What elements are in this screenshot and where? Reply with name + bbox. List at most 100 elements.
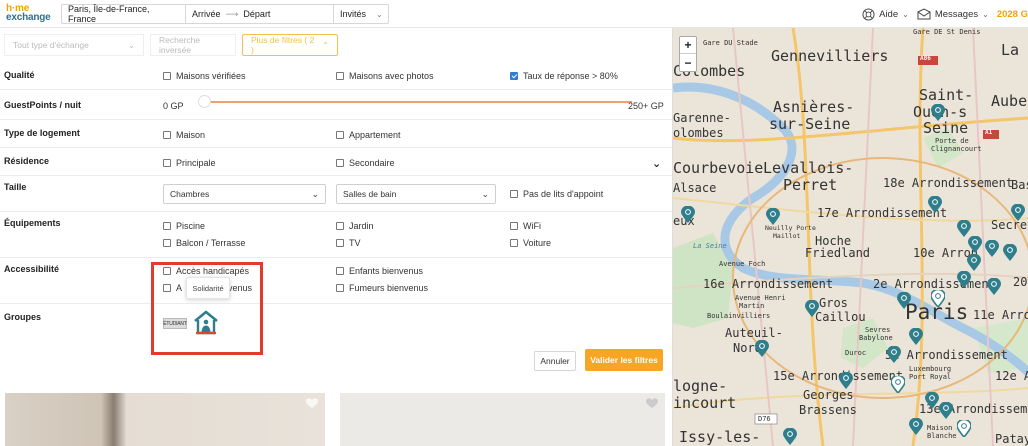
tv-checkbox[interactable]: TV [336, 238, 361, 248]
map-pin-icon[interactable] [1011, 204, 1025, 221]
smokers-welcome-checkbox[interactable]: Fumeurs bienvenus [336, 283, 428, 293]
zoom-in-button[interactable]: + [680, 37, 696, 54]
map-pin-icon[interactable] [766, 208, 780, 225]
chevron-down-icon[interactable]: ⌄ [652, 157, 661, 170]
zoom-out-button[interactable]: − [680, 54, 696, 71]
top-filter-bar: Tout type d'échange ⌄ Recherche inversée… [4, 34, 344, 56]
map-pin-icon[interactable] [957, 271, 971, 288]
guestpoints-slider-track[interactable] [204, 101, 632, 103]
map-pin-icon[interactable] [931, 290, 945, 307]
filters-panel: Qualité Maisons vérifiées Maisons avec p… [0, 60, 672, 378]
checkbox[interactable] [163, 159, 171, 167]
map-pin-icon[interactable] [987, 278, 1001, 295]
map-pin-icon[interactable] [897, 292, 911, 309]
option-label: Secondaire [349, 158, 395, 168]
cancel-button[interactable]: Annuler [534, 351, 576, 371]
checkbox[interactable] [336, 267, 344, 275]
map-pin-icon[interactable] [887, 346, 901, 363]
more-filters-button[interactable]: Plus de filtres ( 2 ) ⌃ [242, 34, 338, 56]
children-welcome-checkbox[interactable]: Enfants bienvenus [336, 266, 423, 276]
mail-icon [917, 8, 931, 20]
help-menu[interactable]: Aide ⌄ [862, 7, 909, 21]
response-rate-checkbox[interactable]: Taux de réponse > 80% [510, 71, 618, 81]
map-pin-icon[interactable] [925, 392, 939, 409]
listing-card[interactable] [340, 393, 665, 446]
checkbox[interactable] [336, 72, 344, 80]
checkbox[interactable] [163, 131, 171, 139]
checkbox[interactable] [336, 131, 344, 139]
map-label: Gros [819, 296, 848, 310]
arrow-right-icon: ⟶ [225, 8, 239, 19]
filter-row-accessibility: Accessibilité Accès handicapés Avenus En… [0, 258, 672, 304]
secondary-residence-checkbox[interactable]: Secondaire [336, 158, 395, 168]
map-pin-icon[interactable] [783, 428, 797, 445]
map-pin-icon[interactable] [968, 236, 982, 253]
top-header: h·me exchange Paris, Île-de-France, Fran… [0, 0, 1028, 28]
garden-checkbox[interactable]: Jardin [336, 221, 374, 231]
checkbox[interactable] [510, 190, 518, 198]
checkbox[interactable] [336, 159, 344, 167]
heart-icon[interactable] [305, 397, 319, 409]
bedrooms-select[interactable]: Chambres ⌄ [163, 184, 326, 204]
road-badge: A1 [985, 129, 993, 136]
map-pin-icon[interactable] [957, 220, 971, 237]
map-pin-icon[interactable] [909, 418, 923, 435]
search-bar: Paris, Île-de-France, France Arrivée ⟶ D… [61, 4, 389, 24]
heart-icon[interactable] [645, 397, 659, 409]
map-pin-icon[interactable] [681, 206, 695, 223]
reverse-search-button[interactable]: Recherche inversée [150, 34, 236, 56]
guestpoints-slider-handle[interactable] [198, 95, 211, 108]
guests-select[interactable]: Invités ⌄ [334, 5, 388, 23]
map-label: Brassens [799, 403, 857, 417]
verified-homes-checkbox[interactable]: Maisons vérifiées [163, 71, 246, 81]
car-checkbox[interactable]: Voiture [510, 238, 551, 248]
map-pin-icon[interactable] [967, 254, 981, 271]
checkbox[interactable] [163, 222, 171, 230]
homeexchange-logo[interactable]: h·me exchange [6, 4, 56, 24]
chevron-up-icon: ⌃ [321, 39, 329, 50]
map-pin-icon[interactable] [928, 196, 942, 213]
option-label: Voiture [523, 238, 552, 248]
map-label: Martin [739, 302, 765, 310]
checkbox-checked[interactable] [510, 72, 518, 80]
date-range-input[interactable]: Arrivée ⟶ Départ [186, 5, 334, 23]
map-label: Patay [995, 432, 1028, 446]
exchange-type-select[interactable]: Tout type d'échange ⌄ [4, 34, 144, 56]
bathrooms-select[interactable]: Salles de bain ⌄ [336, 184, 496, 204]
checkbox[interactable] [510, 222, 518, 230]
filter-row-quality: Qualité Maisons vérifiées Maisons avec p… [0, 60, 672, 90]
map-pin-icon[interactable] [1003, 244, 1017, 261]
map-pin-icon[interactable] [985, 240, 999, 257]
map-view[interactable]: + − Gare DU Stade Gare DE St Denis Genne… [672, 28, 1028, 446]
map-pin-icon[interactable] [909, 328, 923, 345]
pool-checkbox[interactable]: Piscine [163, 221, 205, 231]
filter-row-groups: Groupes [0, 304, 672, 346]
guestpoints-balance[interactable]: 2028 G [997, 9, 1028, 20]
map-pin-icon[interactable] [931, 104, 945, 121]
house-checkbox[interactable]: Maison [163, 130, 205, 140]
checkbox[interactable] [163, 239, 171, 247]
map-label: 2e Arrondissement [873, 277, 996, 291]
map-pin-icon[interactable] [839, 372, 853, 389]
balcony-checkbox[interactable]: Balcon / Terrasse [163, 238, 245, 248]
checkbox[interactable] [510, 239, 518, 247]
wifi-checkbox[interactable]: WiFi [510, 221, 541, 231]
checkbox[interactable] [336, 284, 344, 292]
checkbox[interactable] [336, 239, 344, 247]
departure-label: Départ [243, 9, 271, 19]
map-pin-icon[interactable] [939, 402, 953, 419]
listing-card[interactable] [5, 393, 325, 446]
primary-residence-checkbox[interactable]: Principale [163, 158, 216, 168]
map-pin-icon[interactable] [755, 340, 769, 357]
checkbox[interactable] [336, 222, 344, 230]
no-extra-beds-checkbox[interactable]: Pas de lits d'appoint [510, 189, 603, 199]
map-pin-icon[interactable] [957, 420, 971, 437]
apartment-checkbox[interactable]: Appartement [336, 130, 401, 140]
map-pin-icon[interactable] [805, 300, 819, 317]
location-input[interactable]: Paris, Île-de-France, France [62, 4, 186, 24]
map-pin-icon[interactable] [891, 376, 905, 393]
checkbox[interactable] [163, 72, 171, 80]
homes-with-photos-checkbox[interactable]: Maisons avec photos [336, 71, 434, 81]
messages-menu[interactable]: Messages ⌄ [917, 8, 989, 20]
apply-filters-button[interactable]: Valider les filtres [585, 349, 663, 371]
